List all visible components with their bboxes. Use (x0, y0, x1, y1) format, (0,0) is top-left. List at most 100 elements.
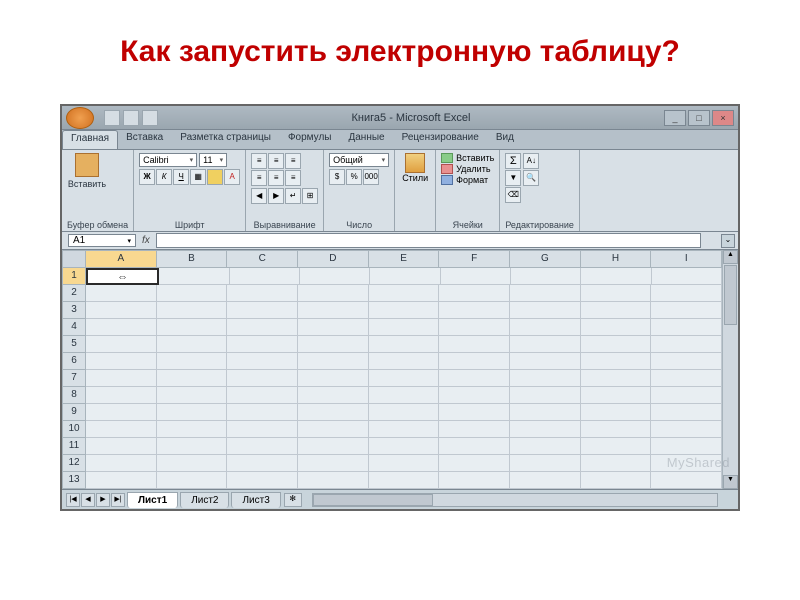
number-format-combo[interactable]: Общий▾ (329, 153, 389, 167)
name-box[interactable]: A1▾ (68, 234, 136, 247)
cell[interactable] (227, 353, 298, 370)
cell[interactable] (86, 438, 157, 455)
cell[interactable] (439, 404, 510, 421)
col-header-f[interactable]: F (439, 250, 510, 268)
sheet-tab-1[interactable]: Лист1 (127, 492, 178, 508)
formula-bar[interactable] (156, 233, 701, 248)
cell[interactable] (369, 319, 440, 336)
qat-undo-icon[interactable] (123, 110, 139, 126)
cell[interactable] (298, 302, 369, 319)
cell[interactable] (581, 438, 652, 455)
cell[interactable] (369, 404, 440, 421)
insert-cell-button[interactable]: Вставить (441, 153, 494, 163)
cell[interactable] (581, 336, 652, 353)
find-button[interactable]: 🔍 (523, 170, 539, 186)
cell[interactable] (157, 285, 228, 302)
vscroll-track[interactable] (723, 326, 738, 475)
cell[interactable] (651, 285, 722, 302)
fill-color-button[interactable] (207, 169, 223, 185)
tab-home[interactable]: Главная (62, 130, 118, 149)
maximize-button[interactable]: □ (688, 110, 710, 126)
cell[interactable] (369, 336, 440, 353)
cell[interactable] (86, 285, 157, 302)
tab-data[interactable]: Данные (340, 130, 393, 149)
cell[interactable] (157, 404, 228, 421)
comma-button[interactable]: 000 (363, 169, 379, 185)
percent-button[interactable]: % (346, 169, 362, 185)
cell[interactable] (157, 353, 228, 370)
cell[interactable] (511, 268, 581, 285)
row-header[interactable]: 6 (62, 353, 86, 370)
cell[interactable] (86, 268, 159, 285)
cell[interactable] (230, 268, 300, 285)
cell[interactable] (510, 370, 581, 387)
cell[interactable] (651, 404, 722, 421)
cell[interactable] (510, 319, 581, 336)
col-header-g[interactable]: G (510, 250, 581, 268)
cell[interactable] (581, 319, 652, 336)
col-header-d[interactable]: D (298, 250, 369, 268)
autosum-button[interactable]: Σ (505, 153, 521, 169)
row-header[interactable]: 13 (62, 472, 86, 489)
col-header-e[interactable]: E (369, 250, 440, 268)
qat-save-icon[interactable] (104, 110, 120, 126)
tab-pagelayout[interactable]: Разметка страницы (172, 130, 280, 149)
align-left[interactable]: ≡ (251, 170, 267, 186)
cell[interactable] (369, 472, 440, 489)
currency-button[interactable]: $ (329, 169, 345, 185)
cell[interactable] (86, 370, 157, 387)
cell[interactable] (157, 387, 228, 404)
cell[interactable] (227, 438, 298, 455)
cell[interactable] (651, 387, 722, 404)
cell[interactable] (298, 455, 369, 472)
office-button[interactable] (66, 107, 94, 129)
cell[interactable] (227, 370, 298, 387)
sheet-tab-2[interactable]: Лист2 (180, 492, 229, 508)
cell[interactable] (439, 421, 510, 438)
cell[interactable] (86, 455, 157, 472)
tab-review[interactable]: Рецензирование (394, 130, 488, 149)
align-center[interactable]: ≡ (268, 170, 284, 186)
align-top-right[interactable]: ≡ (285, 153, 301, 169)
cell[interactable] (298, 438, 369, 455)
cell[interactable] (86, 472, 157, 489)
cell[interactable] (369, 302, 440, 319)
cell[interactable] (439, 370, 510, 387)
paste-button[interactable]: Вставить (67, 153, 107, 219)
cell[interactable] (298, 336, 369, 353)
formula-bar-expand[interactable]: ⌄ (721, 234, 735, 248)
cell[interactable] (581, 285, 652, 302)
cell[interactable] (157, 438, 228, 455)
cell[interactable] (651, 370, 722, 387)
cell[interactable] (652, 268, 722, 285)
cell[interactable] (369, 455, 440, 472)
align-right[interactable]: ≡ (285, 170, 301, 186)
align-top-center[interactable]: ≡ (268, 153, 284, 169)
cell[interactable] (227, 336, 298, 353)
vscroll-thumb[interactable] (724, 265, 737, 325)
cell[interactable] (651, 438, 722, 455)
decrease-indent-button[interactable]: ◀ (251, 188, 267, 204)
cell[interactable] (227, 387, 298, 404)
increase-indent-button[interactable]: ▶ (268, 188, 284, 204)
cell[interactable] (227, 404, 298, 421)
cell[interactable] (369, 438, 440, 455)
cell[interactable] (159, 268, 229, 285)
cell[interactable] (510, 455, 581, 472)
cell[interactable] (651, 353, 722, 370)
cell[interactable] (651, 336, 722, 353)
font-name-combo[interactable]: Calibri▾ (139, 153, 197, 167)
cell[interactable] (369, 353, 440, 370)
cell[interactable] (86, 353, 157, 370)
row-header[interactable]: 12 (62, 455, 86, 472)
cell[interactable] (157, 370, 228, 387)
sort-button[interactable]: A↓ (523, 153, 539, 169)
cell[interactable] (369, 421, 440, 438)
cell[interactable] (86, 421, 157, 438)
font-color-button[interactable]: A (224, 169, 240, 185)
row-header[interactable]: 9 (62, 404, 86, 421)
qat-redo-icon[interactable] (142, 110, 158, 126)
cell[interactable] (369, 370, 440, 387)
cell[interactable] (510, 438, 581, 455)
cell[interactable] (439, 387, 510, 404)
